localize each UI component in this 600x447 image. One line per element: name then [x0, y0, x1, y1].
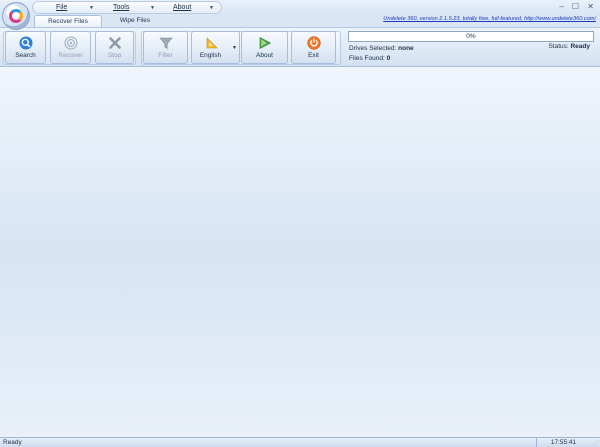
recover-icon: [63, 36, 78, 50]
version-link[interactable]: Undelete 360, version 2.1.5.23, totally …: [383, 16, 596, 22]
stop-icon: [108, 37, 121, 49]
tab-recover-files[interactable]: Recover Files: [34, 15, 102, 27]
file-dropdown-arrow-icon: ▼: [89, 5, 94, 11]
title-menu-bar: File ▼ Tools ▼ About ▼ – ☐ ✕: [0, 0, 600, 15]
files-found-info: Files Found: 0: [349, 55, 391, 62]
menu-tools[interactable]: Tools: [113, 4, 129, 11]
progress-bar: 0%: [348, 31, 594, 42]
search-icon: [19, 36, 32, 50]
drives-selected-info: Drives Selected: none: [349, 45, 414, 52]
results-area[interactable]: [0, 67, 600, 437]
filter-button[interactable]: Filter: [143, 31, 188, 64]
recover-button[interactable]: Recover: [50, 31, 91, 64]
window-controls[interactable]: – ☐ ✕: [559, 2, 597, 11]
about-icon: [259, 37, 271, 49]
status-info: Status: Ready: [548, 43, 590, 50]
language-dropdown-arrow-icon[interactable]: ▼: [232, 45, 237, 51]
search-button[interactable]: Search: [5, 31, 46, 64]
files-found-value: 0: [386, 55, 391, 62]
status-value: Ready: [570, 43, 590, 50]
status-bar: Ready 17:55:41 ⋰: [0, 437, 600, 447]
language-icon: [206, 37, 218, 49]
drives-selected-value: none: [398, 45, 414, 52]
exit-button[interactable]: Exit: [291, 31, 336, 64]
about-dropdown-arrow-icon: ▼: [209, 5, 214, 11]
progress-text: 0%: [466, 33, 476, 40]
tools-dropdown-arrow-icon: ▼: [150, 5, 155, 11]
app-orb-button[interactable]: [2, 2, 30, 30]
menu-about[interactable]: About: [173, 4, 191, 11]
tab-wipe-files[interactable]: Wipe Files: [101, 15, 169, 27]
about-button[interactable]: About: [241, 31, 288, 64]
language-button[interactable]: English ▼: [191, 31, 240, 64]
stop-button[interactable]: Stop: [95, 31, 134, 64]
exit-icon: [306, 36, 321, 50]
status-bar-clock: 17:55:41: [536, 438, 590, 447]
resize-grip-icon[interactable]: ⋰: [593, 439, 599, 446]
filter-icon: [158, 37, 173, 50]
status-bar-text: Ready: [3, 439, 22, 446]
tab-row: Recover Files Wipe Files Undelete 360, v…: [0, 15, 600, 27]
menu-file[interactable]: File: [56, 4, 67, 11]
menu-bar: File ▼ Tools ▼ About ▼: [32, 1, 222, 14]
app-logo-icon: [9, 9, 23, 23]
